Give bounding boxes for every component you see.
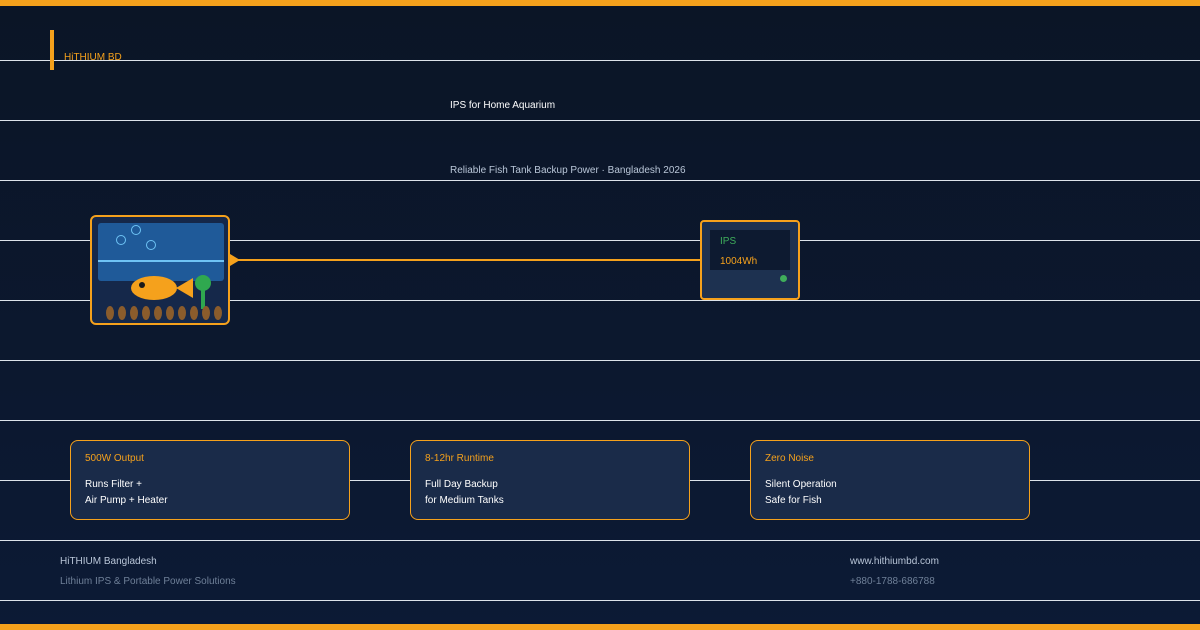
brand-name: HiTHIUM BD: [64, 52, 122, 63]
footer-website: www.hithiumbd.com: [850, 556, 939, 567]
divider-line: [0, 420, 1200, 421]
ips-device: IPS 1004Wh: [700, 220, 800, 300]
top-accent-bar: [0, 0, 1200, 6]
fish-eye: [139, 282, 145, 288]
feature-card-heading: 8-12hr Runtime: [425, 453, 494, 464]
divider-line: [0, 600, 1200, 601]
feature-card-line: Full Day Backup: [425, 479, 498, 490]
gravel: [106, 306, 222, 320]
feature-card-noise: Zero Noise Silent Operation Safe for Fis…: [750, 440, 1030, 520]
brand-accent-bar: [50, 30, 54, 70]
ips-label: IPS: [720, 236, 737, 247]
page-title: IPS for Home Aquarium: [450, 100, 556, 111]
feature-card-heading: 500W Output: [85, 453, 144, 464]
divider-line: [0, 60, 1200, 61]
power-connector-line: [230, 259, 700, 261]
page-subtitle: Reliable Fish Tank Backup Power · Bangla…: [450, 165, 686, 176]
footer-tagline: Lithium IPS & Portable Power Solutions: [60, 576, 236, 587]
aquarium-illustration: [90, 215, 230, 325]
ips-capacity: 1004Wh: [720, 256, 758, 267]
bottom-accent-bar: [0, 624, 1200, 630]
feature-card-heading: Zero Noise: [765, 453, 814, 464]
feature-card-line: Safe for Fish: [765, 495, 822, 506]
feature-card-line: Silent Operation: [765, 479, 837, 490]
divider-line: [0, 180, 1200, 181]
arrow-icon: [230, 254, 240, 266]
feature-card-line: Runs Filter +: [85, 479, 142, 490]
footer-company: HiTHIUM Bangladesh: [60, 556, 157, 567]
feature-card-runtime: 8-12hr Runtime Full Day Backup for Mediu…: [410, 440, 690, 520]
fish-icon: [131, 276, 177, 300]
divider-line: [0, 360, 1200, 361]
feature-card-output: 500W Output Runs Filter + Air Pump + Hea…: [70, 440, 350, 520]
divider-line: [0, 120, 1200, 121]
plant-icon: [195, 275, 211, 291]
divider-line: [0, 540, 1200, 541]
footer-phone: +880-1788-686788: [850, 576, 935, 587]
water: [98, 223, 224, 281]
feature-card-line: for Medium Tanks: [425, 495, 504, 506]
ips-screen: IPS 1004Wh: [710, 230, 790, 270]
status-led-icon: [780, 275, 787, 282]
feature-card-line: Air Pump + Heater: [85, 495, 168, 506]
